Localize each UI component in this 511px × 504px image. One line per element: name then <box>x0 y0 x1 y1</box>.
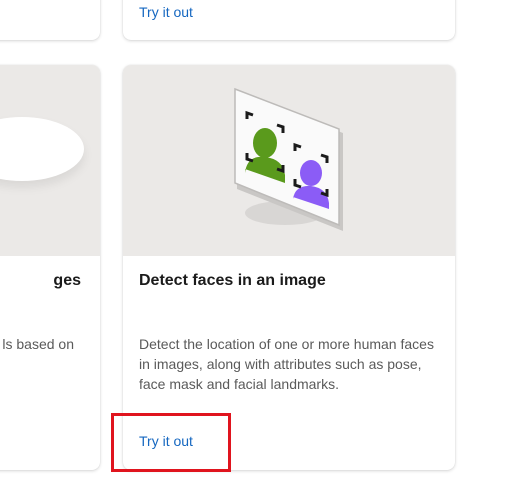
try-it-out-link-top[interactable]: Try it out <box>139 4 193 20</box>
card-top-left <box>0 0 100 40</box>
card-image <box>123 65 455 256</box>
card-title: Detect faces in an image <box>139 272 326 289</box>
illustration-shape <box>0 117 84 181</box>
card-description: ls based on <box>2 336 74 352</box>
card-detect-faces: Detect faces in an image Detect the loca… <box>123 65 455 470</box>
card-description: Detect the location of one or more human… <box>139 336 434 392</box>
face-detection-illustration <box>234 87 343 231</box>
card-image <box>0 65 100 256</box>
card-title: ges <box>53 272 81 289</box>
try-it-out-link[interactable]: Try it out <box>139 433 193 449</box>
card-mid-left: ges ls based on <box>0 65 100 470</box>
card-top-right: Try it out <box>123 0 455 40</box>
cards-viewport: Try it out ges ls based on Detect faces … <box>0 0 511 504</box>
